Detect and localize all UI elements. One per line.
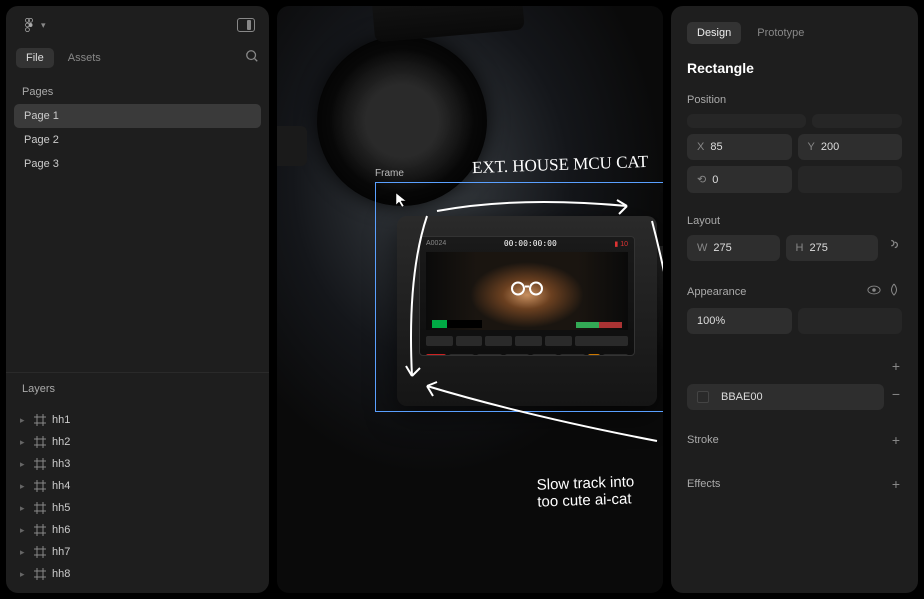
camera-viewfinder	[277, 126, 307, 166]
y-input[interactable]: Y200	[798, 134, 903, 160]
layout-label: Layout	[687, 215, 902, 227]
caret-icon: ▸	[20, 525, 28, 536]
layer-label: hh1	[52, 414, 70, 426]
camera-lens	[317, 36, 487, 206]
chevron-down-icon: ▾	[41, 20, 46, 31]
layer-label: hh7	[52, 546, 70, 558]
page-item[interactable]: Page 3	[14, 152, 261, 176]
layer-item[interactable]: ▸ hh4	[14, 475, 261, 497]
figma-logo-icon	[20, 16, 38, 34]
layer-item[interactable]: ▸ hh1	[14, 409, 261, 431]
frame-icon	[34, 524, 46, 536]
x-input[interactable]: X85	[687, 134, 792, 160]
caret-icon: ▸	[20, 459, 28, 470]
position-section: Position X85 Y200 ⟲0	[687, 94, 902, 199]
add-effect-icon[interactable]: +	[890, 474, 902, 494]
caret-icon: ▸	[20, 569, 28, 580]
frame-icon	[34, 546, 46, 558]
camera-topbody	[369, 6, 525, 42]
caret-icon: ▸	[20, 503, 28, 514]
effects-label: Effects	[687, 478, 720, 490]
stroke-label: Stroke	[687, 434, 719, 446]
caret-icon: ▸	[20, 437, 28, 448]
appearance-section: Appearance 100%	[687, 283, 902, 340]
visibility-icon[interactable]	[865, 286, 886, 302]
annotation-line2: too cute ai-cat	[537, 491, 635, 511]
selection-title: Rectangle	[687, 60, 902, 76]
opacity-input[interactable]: 100%	[687, 308, 792, 334]
layers-header: Layers	[6, 372, 269, 403]
frame-icon	[34, 480, 46, 492]
app-toolbar: ▾	[6, 6, 269, 44]
frame-icon	[34, 568, 46, 580]
width-input[interactable]: W275	[687, 235, 780, 261]
right-panel: Design Prototype Rectangle Position X85 …	[671, 6, 918, 593]
corner-radius-input[interactable]	[798, 308, 903, 334]
tab-prototype[interactable]: Prototype	[747, 22, 814, 44]
layer-item[interactable]: ▸ hh6	[14, 519, 261, 541]
remove-fill-icon[interactable]: −	[890, 384, 902, 410]
caret-icon: ▸	[20, 547, 28, 558]
blend-icon[interactable]	[886, 286, 902, 302]
rotate-icon: ⟲	[697, 173, 706, 186]
frame-icon	[34, 458, 46, 470]
layer-label: hh2	[52, 436, 70, 448]
annotation-top: EXT. HOUSE MCU CAT	[472, 153, 649, 178]
align-controls[interactable]	[687, 114, 806, 128]
layers-list: ▸ hh1 ▸ hh2 ▸ hh3 ▸ hh4 ▸ hh5 ▸ hh6 ▸ hh7 ▸ hh8	[6, 403, 269, 593]
height-input[interactable]: H275	[786, 235, 879, 261]
layer-item[interactable]: ▸ hh3	[14, 453, 261, 475]
pages-list: Page 1 Page 2 Page 3	[6, 104, 269, 190]
fill-swatch	[697, 391, 709, 403]
stroke-section: Stroke +	[687, 430, 902, 458]
frame-icon	[34, 502, 46, 514]
layer-label: hh4	[52, 480, 70, 492]
position-label: Position	[687, 94, 902, 106]
page-item[interactable]: Page 1	[14, 104, 261, 128]
left-panel: ▾ File Assets Pages Page 1 Page 2 Page 3…	[6, 6, 269, 593]
search-icon[interactable]	[245, 49, 259, 68]
flip-controls[interactable]	[798, 166, 903, 193]
layer-label: hh8	[52, 568, 70, 580]
frame-icon	[34, 436, 46, 448]
add-stroke-icon[interactable]: +	[890, 430, 902, 450]
tab-file[interactable]: File	[16, 48, 54, 68]
sidebar-tabs: File Assets	[6, 44, 269, 76]
pages-header: Pages	[6, 76, 269, 104]
tab-design[interactable]: Design	[687, 22, 741, 44]
caret-icon: ▸	[20, 481, 28, 492]
link-dimensions-icon[interactable]	[884, 235, 902, 261]
layer-item[interactable]: ▸ hh5	[14, 497, 261, 519]
fill-color-input[interactable]: BBAE00	[687, 384, 884, 410]
frame-name-label[interactable]: Frame	[375, 168, 404, 179]
rotation-input[interactable]: ⟲0	[687, 166, 792, 193]
frame-icon	[34, 414, 46, 426]
page-item[interactable]: Page 2	[14, 128, 261, 152]
layout-section: Layout W275 H275	[687, 215, 902, 267]
add-fill-icon[interactable]: +	[890, 356, 902, 376]
right-tabs: Design Prototype	[687, 22, 902, 44]
caret-icon: ▸	[20, 415, 28, 426]
layer-label: hh6	[52, 524, 70, 536]
layer-item[interactable]: ▸ hh8	[14, 563, 261, 585]
layer-item[interactable]: ▸ hh2	[14, 431, 261, 453]
appearance-label: Appearance	[687, 286, 746, 298]
tab-assets[interactable]: Assets	[58, 48, 111, 68]
canvas[interactable]: A0024 00:00:00:00 ▮ 10 Frame EXT. HOUSE …	[277, 6, 663, 593]
annotation-bottom: Slow track into too cute ai-cat	[536, 474, 635, 510]
layer-label: hh3	[52, 458, 70, 470]
annotation-arrow-icon	[377, 186, 663, 466]
layer-label: hh5	[52, 502, 70, 514]
toggle-panels-icon[interactable]	[237, 18, 255, 32]
layer-item[interactable]: ▸ hh7	[14, 541, 261, 563]
effects-section: Effects +	[687, 474, 902, 502]
app-menu[interactable]: ▾	[20, 16, 46, 34]
fill-section: + BBAE00 −	[687, 356, 902, 416]
align-controls-2[interactable]	[812, 114, 902, 128]
